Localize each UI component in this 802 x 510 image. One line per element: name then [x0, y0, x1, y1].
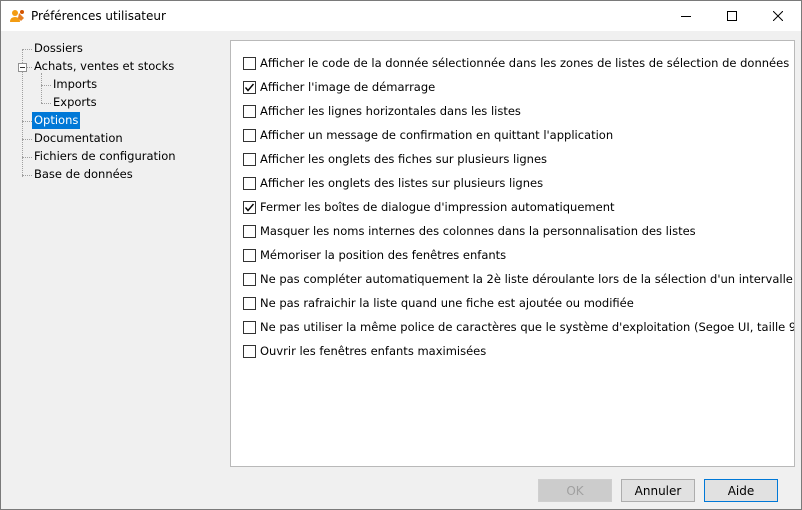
option-row[interactable]: Afficher le code de la donnée sélectionn…	[243, 54, 789, 72]
option-row[interactable]: Ne pas compléter automatiquement la 2è l…	[243, 270, 795, 288]
tree-connector	[22, 139, 32, 140]
option-label: Afficher les lignes horizontales dans le…	[260, 104, 521, 118]
option-label: Fermer les boîtes de dialogue d'impressi…	[260, 200, 615, 214]
checkmark-icon	[244, 83, 255, 92]
option-checkbox[interactable]	[243, 224, 256, 238]
option-label: Mémoriser la position des fenêtres enfan…	[260, 248, 507, 262]
option-checkbox[interactable]	[243, 248, 256, 262]
option-label: Afficher un message de confirmation en q…	[260, 128, 614, 142]
option-label: Afficher les onglets des fiches sur plus…	[260, 152, 548, 166]
tree-connector	[41, 85, 51, 86]
option-row[interactable]: Ne pas rafraichir la liste quand une fic…	[243, 294, 634, 312]
tree-item-achats-ventes-stocks[interactable]: Achats, ventes et stocks	[32, 58, 176, 75]
minimize-icon	[681, 16, 691, 17]
option-label: Afficher les onglets des listes sur plus…	[260, 176, 544, 190]
option-row[interactable]: Ouvrir les fenêtres enfants maximisées	[243, 342, 486, 360]
option-checkbox[interactable]	[243, 80, 256, 94]
maximize-icon	[727, 11, 737, 21]
option-row[interactable]: Ne pas utiliser la même police de caract…	[243, 318, 795, 336]
options-panel: Afficher le code de la donnée sélectionn…	[230, 40, 795, 467]
ok-button[interactable]: OK	[538, 479, 612, 502]
option-row[interactable]: Fermer les boîtes de dialogue d'impressi…	[243, 198, 615, 216]
option-checkbox[interactable]	[243, 344, 256, 358]
option-label: Ne pas rafraichir la liste quand une fic…	[260, 296, 634, 310]
window-title: Préférences utilisateur	[31, 9, 166, 23]
tree-connector	[41, 73, 42, 103]
option-checkbox[interactable]	[243, 128, 256, 142]
tree-item-options[interactable]: Options	[32, 112, 81, 129]
option-checkbox[interactable]	[243, 152, 256, 166]
option-row[interactable]: Afficher l'image de démarrage	[243, 78, 435, 96]
tree-connector	[22, 49, 32, 50]
user-preferences-icon	[9, 8, 25, 24]
maximize-button[interactable]	[709, 1, 755, 31]
option-row[interactable]: Afficher un message de confirmation en q…	[243, 126, 613, 144]
option-label: Masquer les noms internes des colonnes d…	[260, 224, 696, 238]
tree-item-fichiers-configuration[interactable]: Fichiers de configuration	[32, 148, 178, 165]
option-label: Ne pas utiliser la même police de caract…	[260, 320, 795, 334]
option-checkbox[interactable]	[243, 320, 256, 334]
minimize-button[interactable]	[663, 1, 709, 31]
cancel-button[interactable]: Annuler	[621, 479, 695, 502]
option-row[interactable]: Masquer les noms internes des colonnes d…	[243, 222, 696, 240]
option-checkbox[interactable]	[243, 272, 256, 286]
option-row[interactable]: Afficher les onglets des listes sur plus…	[243, 174, 543, 192]
option-row[interactable]: Afficher les lignes horizontales dans le…	[243, 102, 521, 120]
option-checkbox[interactable]	[243, 56, 256, 70]
tree-connector	[22, 175, 32, 176]
tree-item-exports[interactable]: Exports	[51, 94, 99, 111]
close-icon	[773, 11, 783, 21]
option-checkbox[interactable]	[243, 176, 256, 190]
option-checkbox[interactable]	[243, 200, 256, 214]
tree-item-dossiers[interactable]: Dossiers	[32, 40, 85, 57]
close-button[interactable]	[755, 1, 801, 31]
tree-item-imports[interactable]: Imports	[51, 76, 99, 93]
collapse-toggle[interactable]	[18, 63, 27, 72]
option-label: Ne pas compléter automatiquement la 2è l…	[260, 272, 795, 286]
tree-connector	[22, 121, 32, 122]
preferences-window: Préférences utilisateur Dossiers Achats,…	[0, 0, 802, 510]
option-label: Afficher le code de la donnée sélectionn…	[260, 56, 790, 70]
option-checkbox[interactable]	[243, 104, 256, 118]
tree-item-base-de-donnees[interactable]: Base de données	[32, 166, 135, 183]
option-row[interactable]: Afficher les onglets des fiches sur plus…	[243, 150, 547, 168]
option-label: Ouvrir les fenêtres enfants maximisées	[260, 344, 487, 358]
tree-connector	[22, 157, 32, 158]
title-bar: Préférences utilisateur	[1, 1, 801, 31]
help-button[interactable]: Aide	[704, 479, 778, 502]
tree-item-documentation[interactable]: Documentation	[32, 130, 125, 147]
option-checkbox[interactable]	[243, 296, 256, 310]
tree-connector	[41, 103, 51, 104]
category-tree: Dossiers Achats, ventes et stocks Import…	[11, 39, 221, 239]
option-row[interactable]: Mémoriser la position des fenêtres enfan…	[243, 246, 506, 264]
checkmark-icon	[244, 203, 255, 212]
option-label: Afficher l'image de démarrage	[260, 80, 436, 94]
